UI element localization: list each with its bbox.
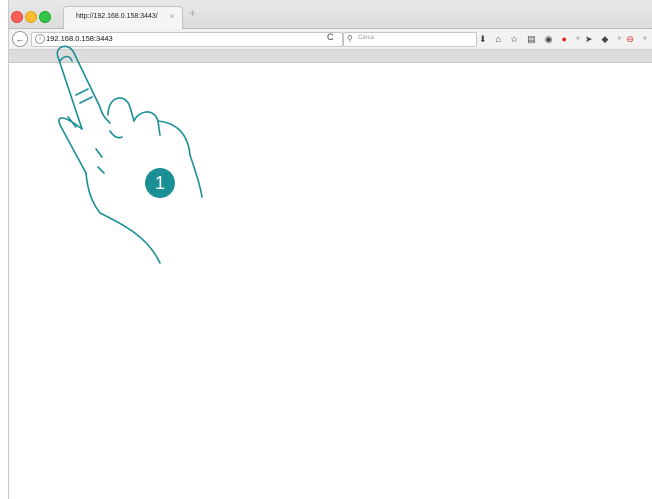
- dropdown-arrow-3-icon[interactable]: ▾: [643, 33, 647, 45]
- pocket-icon[interactable]: ◉: [545, 33, 553, 45]
- address-input[interactable]: 192.168.0.158:3443: [46, 34, 113, 43]
- window-close-button[interactable]: [11, 11, 23, 23]
- download-icon[interactable]: ⬇: [479, 33, 487, 45]
- back-button[interactable]: ←: [12, 31, 28, 47]
- tab-close-icon[interactable]: ×: [169, 12, 174, 21]
- bookmark-star-icon[interactable]: ☆: [510, 33, 518, 45]
- step-number-badge: 1: [145, 168, 175, 198]
- dropdown-arrow-icon[interactable]: ▾: [576, 33, 580, 45]
- home-icon[interactable]: ⌂: [496, 33, 501, 45]
- extension-2-icon[interactable]: ◆: [601, 33, 608, 45]
- dropdown-arrow-2-icon[interactable]: ▾: [617, 33, 621, 45]
- extension-icon[interactable]: ●: [561, 33, 566, 45]
- site-info-icon[interactable]: i: [35, 34, 45, 44]
- send-icon[interactable]: ➤: [585, 33, 593, 45]
- search-box[interactable]: ⚲ Cerca: [343, 32, 477, 47]
- title-bar: http://192.168.0.158:3443/ × +: [9, 0, 652, 29]
- window-minimize-button[interactable]: [25, 11, 37, 23]
- tab-title: http://192.168.0.158:3443/: [76, 13, 158, 20]
- stop-icon[interactable]: ⊖: [626, 33, 634, 45]
- window-maximize-button[interactable]: [39, 11, 51, 23]
- reload-icon[interactable]: C: [327, 32, 334, 42]
- search-icon: ⚲: [347, 34, 353, 43]
- toolbar-icons: ⬇⌂☆▤◉●▾➤◆▾⊖▾≡: [479, 33, 652, 45]
- browser-tab[interactable]: http://192.168.0.158:3443/ ×: [63, 6, 183, 29]
- clipboard-icon[interactable]: ▤: [527, 33, 536, 45]
- search-input[interactable]: Cerca: [358, 35, 374, 41]
- new-tab-button[interactable]: +: [189, 7, 196, 19]
- pointing-hand-illustration: [56, 45, 203, 264]
